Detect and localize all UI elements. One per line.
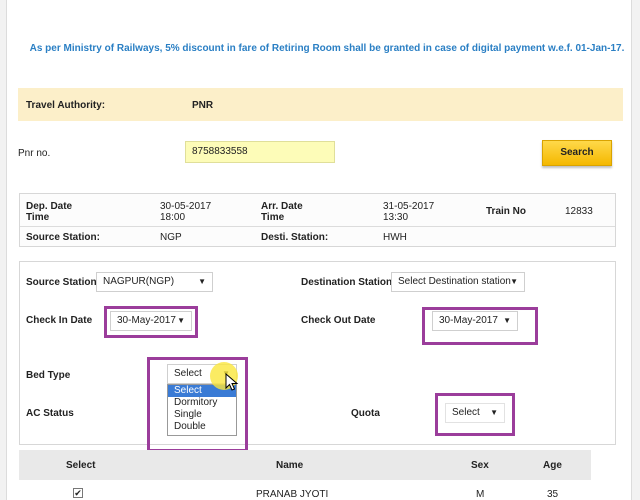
discount-notice: As per Ministry of Railways, 5% discount… xyxy=(29,43,625,54)
train-no-value: 12833 xyxy=(565,206,593,217)
bed-type-label: Bed Type xyxy=(26,370,71,381)
destination-station-select-label: Destination Station xyxy=(301,277,393,288)
train-details-box: Dep. Date Time 30-05-2017 18:00 Arr. Dat… xyxy=(19,193,616,247)
caret-down-icon: ▼ xyxy=(503,316,511,325)
check-out-date-label: Check Out Date xyxy=(301,315,376,326)
arr-time-value: 13:30 xyxy=(383,212,409,223)
source-station-select[interactable]: NAGPUR(NGP) ▼ xyxy=(96,272,213,292)
passenger-age: 35 xyxy=(547,489,559,500)
passenger-table-header: Select Name Sex Age xyxy=(19,450,591,480)
arr-date-value: 31-05-2017 xyxy=(383,201,435,212)
passenger-name: PRANAB JYOTI xyxy=(256,489,329,500)
check-in-date-value: 30-May-2017 xyxy=(117,315,176,326)
bed-type-select-value: Select xyxy=(174,368,202,379)
column-header-name: Name xyxy=(276,460,304,471)
search-button[interactable]: Search xyxy=(542,140,612,166)
train-no-label: Train No xyxy=(486,206,527,217)
column-header-sex: Sex xyxy=(471,460,489,471)
source-station-value: NGP xyxy=(160,232,182,243)
travel-authority-value: PNR xyxy=(192,100,214,111)
check-in-date-label: Check In Date xyxy=(26,315,93,326)
quota-select[interactable]: Select ▼ xyxy=(445,403,505,423)
quota-label: Quota xyxy=(351,408,380,419)
dest-station-label: Desti. Station: xyxy=(261,232,329,243)
pnr-input[interactable]: 8758833558 xyxy=(185,141,335,163)
dep-time-value: 18:00 xyxy=(160,212,186,223)
train-box-divider xyxy=(20,226,615,227)
pnr-label: Pnr no. xyxy=(18,148,51,159)
dep-date-label: Dep. Date xyxy=(26,201,73,212)
passenger-select-checkbox[interactable]: ✔ xyxy=(73,488,83,498)
caret-down-icon: ▼ xyxy=(490,408,498,417)
source-station-label: Source Station: xyxy=(26,232,100,243)
caret-down-icon: ▼ xyxy=(510,277,518,286)
dep-time-label: Time xyxy=(26,212,50,223)
travel-authority-bar: Travel Authority: PNR xyxy=(18,88,623,121)
dep-date-value: 30-05-2017 xyxy=(160,201,212,212)
mouse-pointer-icon xyxy=(225,373,239,391)
arr-time-label: Time xyxy=(261,212,285,223)
dest-station-value: HWH xyxy=(383,232,407,243)
arr-date-label: Arr. Date xyxy=(261,201,303,212)
source-station-select-label: Source Station xyxy=(26,277,97,288)
column-header-age: Age xyxy=(543,460,562,471)
quota-select-value: Select xyxy=(452,407,480,418)
check-out-date-value: 30-May-2017 xyxy=(439,315,498,326)
passenger-sex: M xyxy=(476,489,485,500)
travel-authority-label: Travel Authority: xyxy=(26,100,106,111)
column-header-select: Select xyxy=(66,460,96,471)
destination-station-select-value: Select Destination station xyxy=(398,276,511,287)
check-in-date-select[interactable]: 30-May-2017 ▼ xyxy=(110,311,192,331)
bed-type-option-double[interactable]: Double xyxy=(168,421,236,433)
bed-type-option-dormitory[interactable]: Dormitory xyxy=(168,397,236,409)
caret-down-icon: ▼ xyxy=(177,316,185,325)
check-out-date-select[interactable]: 30-May-2017 ▼ xyxy=(432,311,518,331)
caret-down-icon: ▼ xyxy=(198,277,206,286)
destination-station-select[interactable]: Select Destination station ▼ xyxy=(391,272,525,292)
ac-status-label: AC Status xyxy=(26,408,74,419)
source-station-select-value: NAGPUR(NGP) xyxy=(103,276,175,287)
bed-type-dropdown-list: Select Dormitory Single Double xyxy=(167,384,237,436)
bed-type-option-single[interactable]: Single xyxy=(168,409,236,421)
